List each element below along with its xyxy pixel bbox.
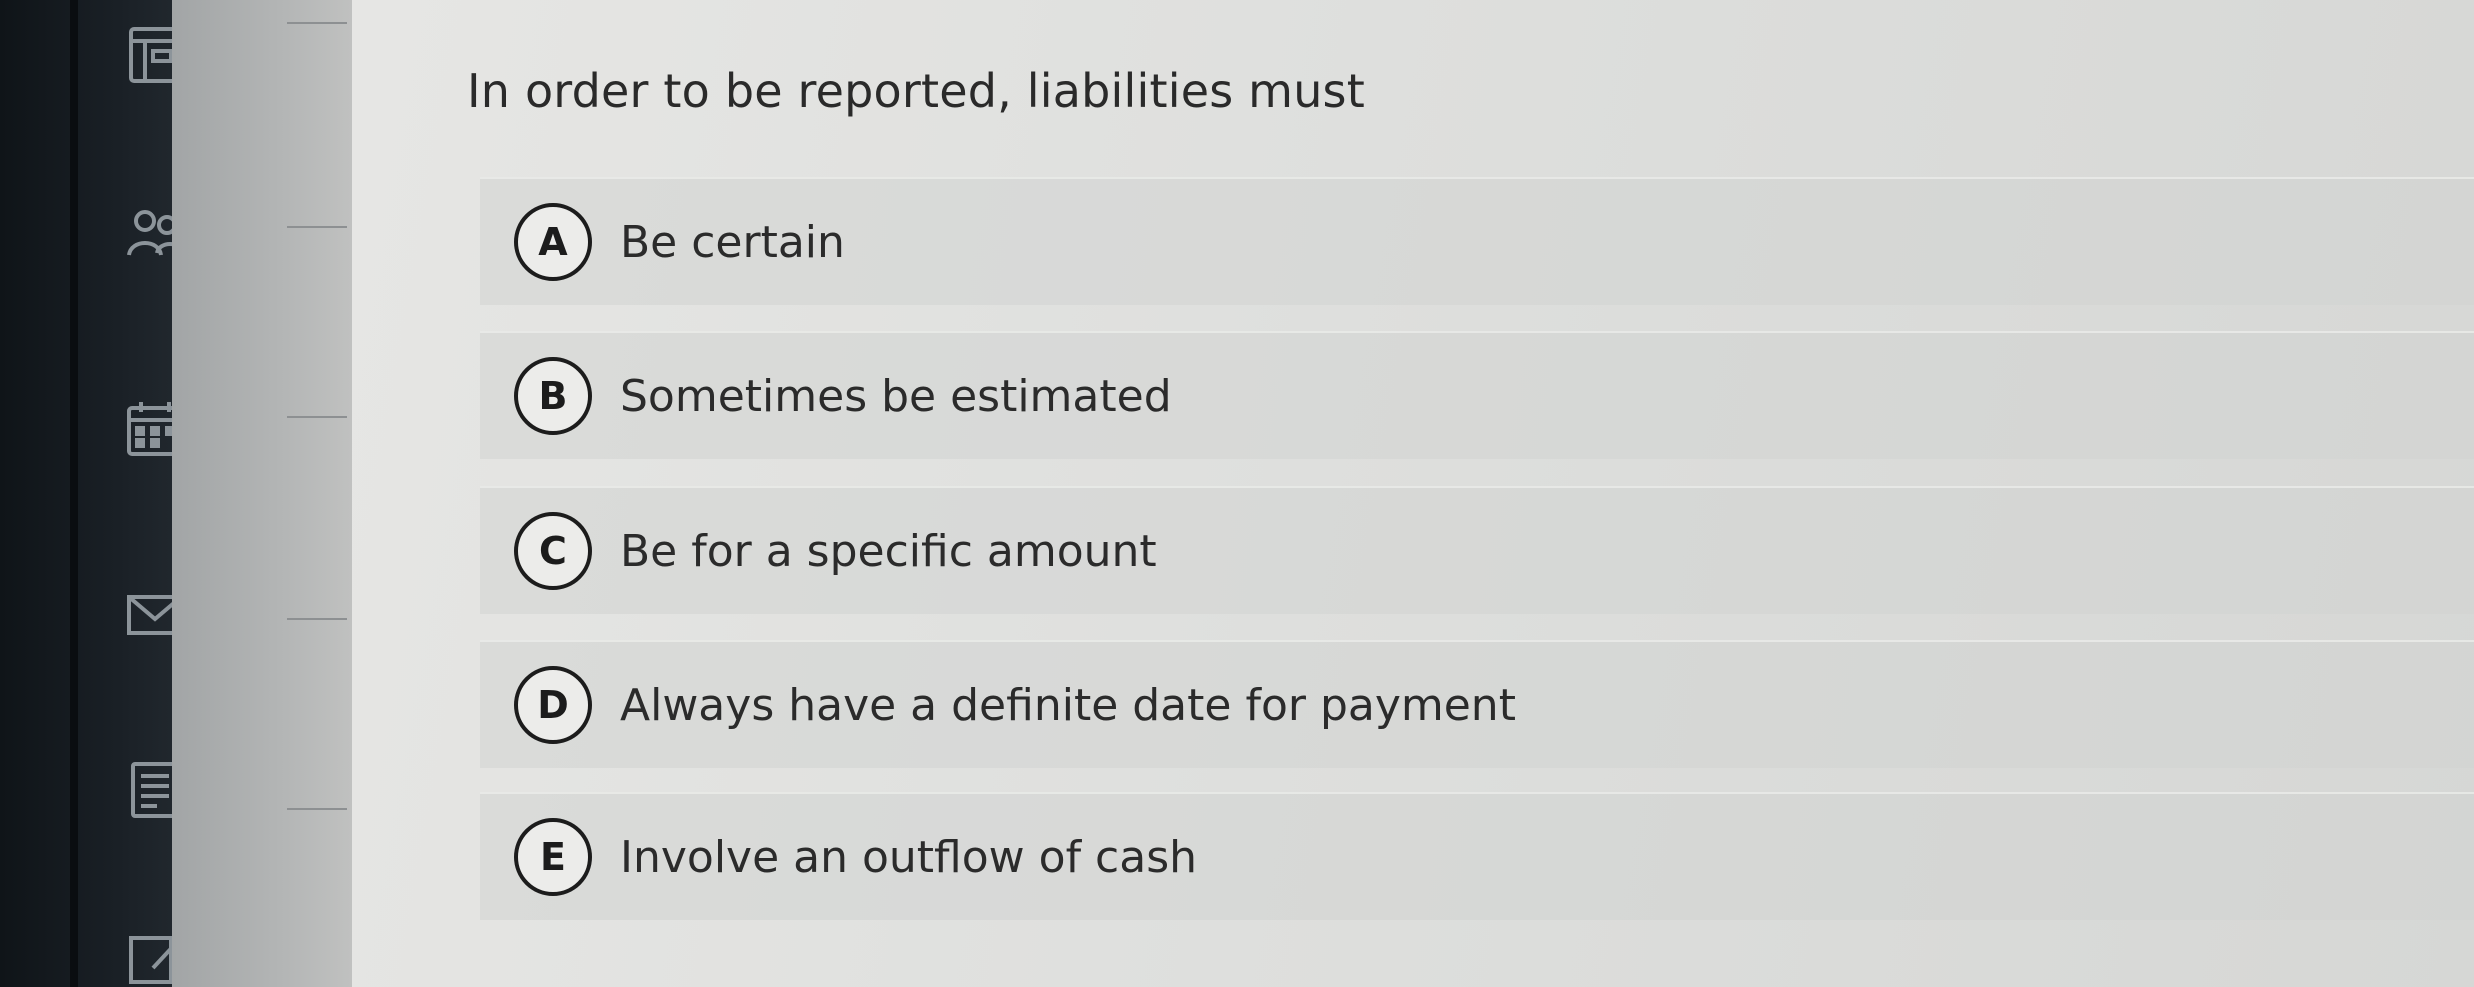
- option-letter-circle[interactable]: E: [514, 818, 592, 896]
- option-label: Sometimes be estimated: [620, 370, 1172, 422]
- divider-tick: [287, 416, 347, 418]
- screen-bezel: [70, 0, 78, 987]
- option-c[interactable]: C Be for a specific amount: [480, 486, 2474, 614]
- question-panel: In order to be reported, liabilities mus…: [352, 0, 2474, 987]
- option-b[interactable]: B Sometimes be estimated: [480, 331, 2474, 459]
- option-label: Be certain: [620, 216, 845, 268]
- option-e[interactable]: E Involve an outflow of cash: [480, 792, 2474, 920]
- option-label: Involve an outflow of cash: [620, 831, 1198, 883]
- divider-tick: [287, 618, 347, 620]
- option-letter-circle[interactable]: B: [514, 357, 592, 435]
- sidebar-gutter: [172, 0, 352, 987]
- divider-tick: [287, 226, 347, 228]
- option-d[interactable]: D Always have a definite date for paymen…: [480, 640, 2474, 768]
- option-label: Be for a specific amount: [620, 525, 1157, 577]
- option-a[interactable]: A Be certain: [480, 177, 2474, 305]
- option-letter-circle[interactable]: A: [514, 203, 592, 281]
- divider-tick: [287, 22, 347, 24]
- divider-tick: [287, 808, 347, 810]
- option-label: Always have a definite date for payment: [620, 679, 1516, 731]
- option-letter-circle[interactable]: D: [514, 666, 592, 744]
- question-text: In order to be reported, liabilities mus…: [467, 64, 1365, 118]
- option-letter-circle[interactable]: C: [514, 512, 592, 590]
- screen: In order to be reported, liabilities mus…: [0, 0, 2474, 987]
